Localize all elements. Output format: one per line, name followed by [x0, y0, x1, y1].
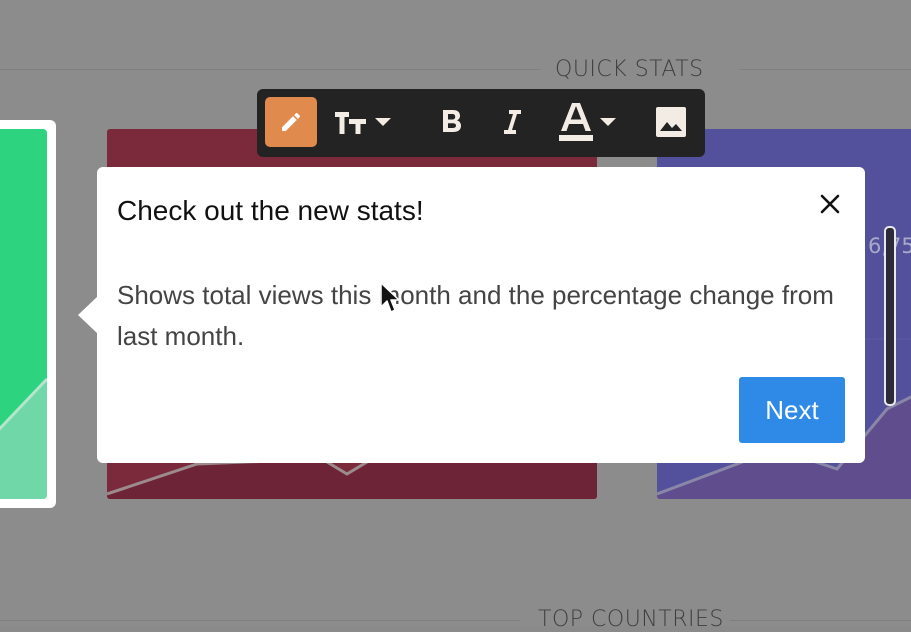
top-countries-heading: TOP COUNTRIES — [538, 607, 724, 632]
insert-image-button[interactable] — [647, 97, 695, 147]
popover-title: Check out the new stats! — [117, 195, 424, 226]
edit-button[interactable] — [265, 97, 317, 147]
mouse-pointer-icon — [379, 281, 401, 320]
close-button[interactable] — [815, 191, 845, 221]
bold-icon — [440, 108, 464, 136]
close-icon — [820, 194, 840, 219]
text-color-button[interactable] — [547, 97, 627, 147]
divider — [0, 620, 520, 621]
divider — [740, 69, 911, 70]
quick-stats-heading: QUICK STATS — [555, 57, 704, 82]
italic-icon — [501, 108, 523, 136]
popover-arrow — [78, 296, 98, 334]
chevron-down-icon — [375, 118, 391, 126]
chevron-down-icon — [600, 118, 616, 126]
views-card-chart — [0, 377, 47, 499]
image-icon — [655, 106, 687, 138]
bold-button[interactable] — [432, 97, 472, 147]
editor-toolbar — [257, 89, 705, 157]
text-size-button[interactable] — [327, 97, 397, 147]
tour-popover: Check out the new stats! Shows total vie… — [97, 167, 865, 463]
text-size-icon — [333, 107, 369, 137]
text-color-icon — [558, 101, 594, 143]
card-scrollbar[interactable] — [884, 226, 896, 406]
divider — [0, 69, 540, 70]
italic-button[interactable] — [492, 97, 532, 147]
popover-body: Shows total views this month and the per… — [117, 280, 834, 351]
divider — [730, 620, 911, 621]
next-button[interactable]: Next — [739, 377, 845, 443]
views-card[interactable] — [0, 129, 47, 499]
pencil-icon — [279, 110, 303, 134]
